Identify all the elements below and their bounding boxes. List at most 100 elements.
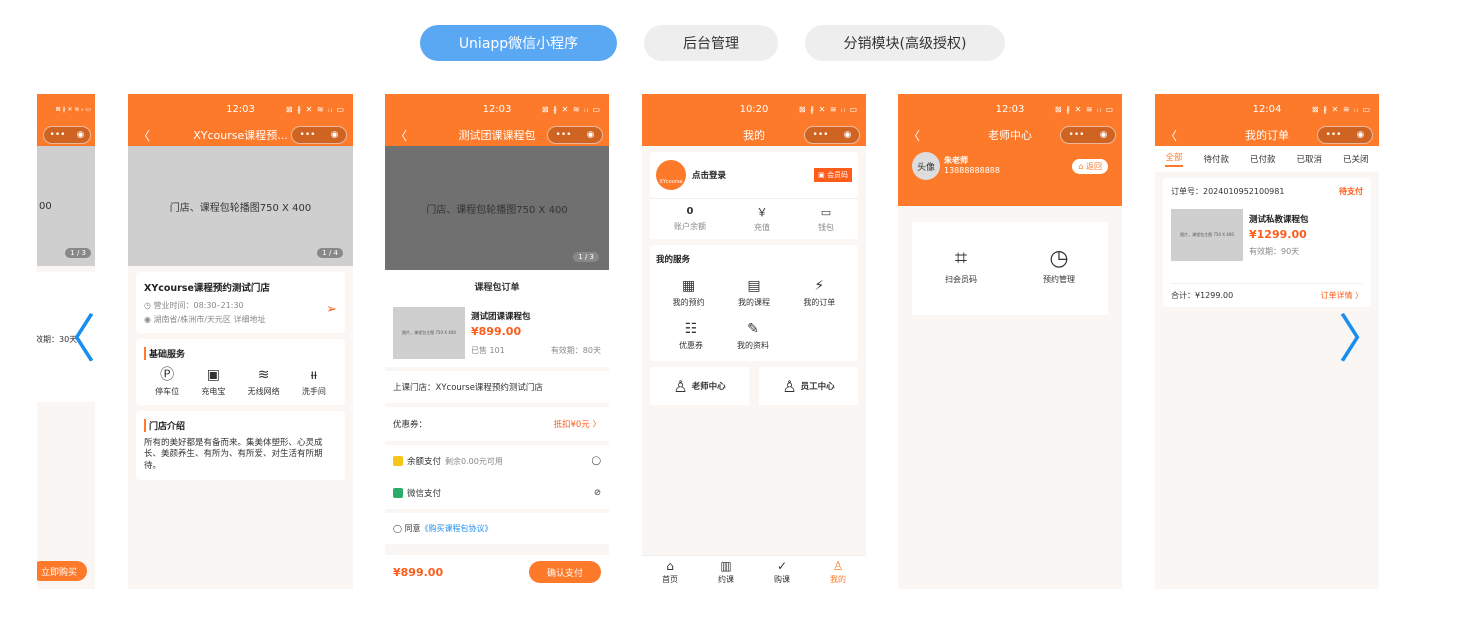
mini-capsule[interactable]: ••• ◉ <box>804 126 860 144</box>
back-icon[interactable]: 〈 <box>138 127 150 144</box>
services-row-2: ☷ 优惠券 ✎ 我的资料 <box>656 322 852 351</box>
order-tab-all[interactable]: 全部 <box>1165 151 1183 167</box>
pay-balance-note: 剩余0.00元可用 <box>445 456 503 466</box>
coupon-label: 优惠券： <box>393 420 428 430</box>
order-card[interactable]: 订单号：2024010952100981 待支付 图片，课程包主图 750 X 4… <box>1163 178 1371 307</box>
close-icon[interactable]: ◉ <box>331 130 339 140</box>
nav-bar: 〈 测试团课课程包 ••• ◉ <box>385 124 609 146</box>
pay-wechat-row[interactable]: 微信支付 ⊘ <box>385 477 609 509</box>
agreement-link[interactable]: 《购买课程包协议》 <box>421 524 493 533</box>
recharge-icon: ￥ <box>756 206 768 219</box>
mini-capsule[interactable]: ••• ◉ <box>1060 126 1116 144</box>
teacher-name: 朱老师 <box>944 156 968 166</box>
confirm-pay-button[interactable]: 确认支付 <box>529 561 601 583</box>
tabbar-book[interactable]: ▥ 约课 <box>718 560 734 585</box>
tab-uniapp[interactable]: Uniapp微信小程序 <box>420 25 617 61</box>
member-code-button[interactable]: ▣ 会员码 <box>814 168 852 182</box>
service-courses[interactable]: ▤ 我的课程 <box>724 279 784 308</box>
pay-balance-row[interactable]: 余额支付 剩余0.00元可用 ◯ <box>385 445 609 477</box>
status-icons: ⊠ ∦ ✕ ≋ ᵢₗ ▭ <box>541 104 601 114</box>
order-item: 图片，课程包主图 750 X 400 测试私教课程包 ¥1299.00 有效期：… <box>1171 209 1363 261</box>
agree-checkbox[interactable]: ◯ 同意 <box>393 524 421 533</box>
tab-distribution[interactable]: 分销模块(高级授权) <box>805 25 1005 61</box>
phone-order-confirm: 12:03 ⊠ ∦ ✕ ≋ ᵢₗ ▭ 〈 测试团课课程包 ••• ◉ 门店、课程包轮… <box>385 94 609 589</box>
wallet-row: 0 账户余额 ￥ 充值 ▭ 钱包 <box>650 198 858 239</box>
clipboard-icon: ⚡ <box>814 278 825 294</box>
tab-admin[interactable]: 后台管理 <box>644 25 778 61</box>
teacher-center-entry[interactable]: ♙ 老师中心 <box>650 367 749 405</box>
radio-checked-icon[interactable]: ⊘ <box>594 488 601 498</box>
banner-page-indicator: 1 / 4 <box>317 248 343 258</box>
staff-center-entry[interactable]: ♙ 员工中心 <box>759 367 858 405</box>
carousel-next-icon[interactable]: 〉 <box>1338 314 1390 366</box>
navigate-icon[interactable]: ➢ <box>326 302 337 317</box>
role-entries: ♙ 老师中心 ♙ 员工中心 <box>650 367 858 405</box>
module-tabs: Uniapp微信小程序 后台管理 分销模块(高级授权) <box>0 25 1470 61</box>
avatar[interactable]: XYcourse <box>656 160 686 190</box>
order-total: 合计：¥1299.00 <box>1171 291 1234 300</box>
nav-title: XYcourse课程预... <box>193 129 288 142</box>
return-button[interactable]: ⌂ 返回 <box>1072 158 1108 174</box>
service-bookings[interactable]: ▦ 我的预约 <box>659 279 719 308</box>
course-list-icon: ▤ <box>747 278 761 294</box>
more-icon[interactable]: ••• <box>1326 130 1342 140</box>
back-icon[interactable]: 〈 <box>908 127 920 144</box>
radio-unchecked-icon[interactable]: ◯ <box>591 456 601 466</box>
more-icon[interactable]: ••• <box>1069 130 1085 140</box>
status-bar: 12:04 ⊠ ∦ ✕ ≋ ᵢₗ ▭ <box>1155 94 1379 124</box>
facility-restroom: ᵼᵼ 洗手间 <box>301 367 326 396</box>
login-card: XYcourse 点击登录 ▣ 会员码 <box>650 152 858 198</box>
booking-management[interactable]: ◷ 预约管理 <box>1043 248 1075 285</box>
home-icon: ⌂ <box>666 559 674 573</box>
status-time: 12:03 <box>995 103 1025 115</box>
item-price: ¥899.00 <box>471 325 522 338</box>
close-icon[interactable]: ◉ <box>844 130 852 140</box>
service-orders[interactable]: ⚡ 我的订单 <box>789 279 849 308</box>
coupon-row[interactable]: 优惠券： 抵扣¥0元 〉 <box>385 407 609 441</box>
banner-carousel[interactable]: 门店、课程包轮播图750 X 400 1 / 4 <box>128 146 353 266</box>
buy-now-button[interactable]: 立即购买 <box>37 561 87 581</box>
close-icon[interactable]: ◉ <box>1100 130 1108 140</box>
back-icon[interactable]: 〈 <box>395 127 407 144</box>
order-detail-link[interactable]: 订单详情 〉 <box>1320 290 1363 301</box>
mini-capsule[interactable]: ••• ◉ <box>1317 126 1373 144</box>
order-tab-paid[interactable]: 已付款 <box>1250 153 1276 165</box>
order-tab-unpaid[interactable]: 待付款 <box>1203 153 1229 165</box>
phone-teacher-center: 12:03 ⊠ ∦ ✕ ≋ ᵢₗ ▭ 〈 老师中心 ••• ◉ 头像 朱老师 1388… <box>898 94 1122 589</box>
tabbar-buy[interactable]: ✓ 购课 <box>774 560 790 585</box>
services-title: 我的服务 <box>656 255 691 265</box>
order-tab-closed[interactable]: 已关闭 <box>1343 153 1369 165</box>
mini-capsule[interactable]: ••• ◉ <box>547 126 603 144</box>
mini-capsule[interactable]: ••• ◉ <box>291 126 347 144</box>
recharge-stat[interactable]: ￥ 充值 <box>754 207 770 233</box>
close-icon[interactable]: ◉ <box>1357 130 1365 140</box>
close-icon[interactable]: ◉ <box>587 130 595 140</box>
service-profile[interactable]: ✎ 我的资料 <box>728 322 778 351</box>
parking-icon: Ⓟ <box>160 367 175 383</box>
scan-icon: ⌗ <box>954 246 968 271</box>
status-time: 12:03 <box>226 103 255 115</box>
nav-title: 老师中心 <box>988 129 1032 142</box>
balance-stat[interactable]: 0 账户余额 <box>674 207 706 233</box>
more-icon[interactable]: ••• <box>813 130 829 140</box>
order-status: 待支付 <box>1339 187 1363 196</box>
order-tab-cancelled[interactable]: 已取消 <box>1296 153 1322 165</box>
nav-title: 我的 <box>743 129 765 142</box>
profile-edit-icon: ✎ <box>747 321 759 337</box>
tabbar-mine[interactable]: ♙ 我的 <box>830 560 846 585</box>
order-status-tabs: 全部 待付款 已付款 已取消 已关闭 <box>1155 146 1379 172</box>
more-icon[interactable]: ••• <box>300 130 316 140</box>
back-icon[interactable]: 〈 <box>1165 127 1177 144</box>
scan-member-code[interactable]: ⌗ 扫会员码 <box>945 248 977 285</box>
agreement-row[interactable]: ◯ 同意《购买课程包协议》 <box>385 513 609 544</box>
item-sold: 已售 101 <box>471 346 505 355</box>
login-link[interactable]: 点击登录 <box>692 169 726 181</box>
wallet-stat[interactable]: ▭ 钱包 <box>818 207 834 233</box>
tabbar-home[interactable]: ⌂ 首页 <box>662 560 678 585</box>
more-icon[interactable]: ••• <box>556 130 572 140</box>
carousel-prev-icon[interactable]: 〈 <box>44 314 96 366</box>
coupon-value[interactable]: 抵扣¥0元 〉 <box>553 418 601 430</box>
calendar-icon: ▦ <box>682 278 696 294</box>
service-coupons[interactable]: ☷ 优惠券 <box>666 322 716 351</box>
mini-capsule[interactable]: ••• ◉ <box>43 126 91 144</box>
